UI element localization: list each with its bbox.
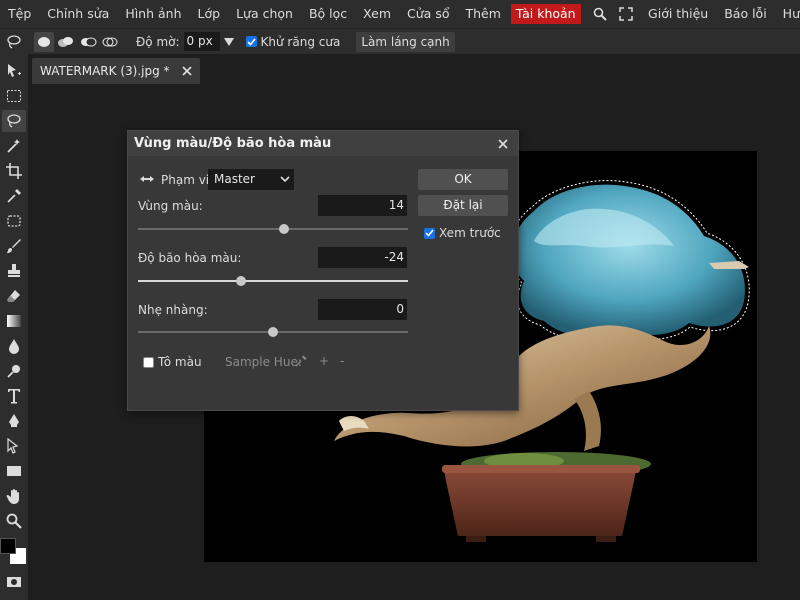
hue-label: Vùng màu: — [138, 199, 203, 213]
text-tool-icon[interactable] — [2, 385, 26, 407]
menu-filter[interactable]: Bộ lọc — [301, 0, 355, 28]
intersect-selection-icon[interactable] — [100, 32, 120, 52]
menu-window[interactable]: Cửa sổ — [399, 0, 457, 28]
range-select-value: Master — [214, 172, 255, 186]
subtract-selection-icon[interactable] — [78, 32, 98, 52]
hand-tool-icon[interactable] — [2, 485, 26, 507]
screen-mode-icon[interactable] — [2, 594, 26, 600]
preview-checkbox[interactable]: Xem trước — [424, 226, 501, 240]
dialog-title: Vùng màu/Độ bão hòa màu — [134, 136, 332, 151]
quick-mask-icon[interactable] — [2, 571, 26, 593]
marquee-tool-icon[interactable] — [2, 85, 26, 107]
close-dialog-icon[interactable] — [494, 135, 512, 153]
lightness-input[interactable]: 0 — [318, 299, 407, 320]
colorize-checkbox[interactable]: Tô màu — [143, 355, 202, 369]
add-sample-icon[interactable]: + — [319, 354, 329, 368]
hue-slider[interactable] — [138, 224, 408, 234]
antialias-label: Khử răng cưa — [260, 34, 341, 49]
document-tab-title: WATERMARK (3).jpg * — [40, 64, 170, 78]
document-tab[interactable]: WATERMARK (3).jpg * — [32, 58, 200, 84]
hue-input[interactable]: 14 — [318, 195, 407, 216]
eyedropper-icon[interactable] — [295, 355, 307, 370]
stamp-tool-icon[interactable] — [2, 260, 26, 282]
antialias-checkbox[interactable]: Khử răng cưa — [245, 34, 341, 49]
move-tool-icon[interactable] — [2, 60, 26, 82]
subtract-sample-icon[interactable]: - — [340, 354, 344, 368]
lasso-tool-icon[interactable] — [2, 110, 26, 132]
range-label: Phạm vi: — [161, 173, 214, 187]
lightness-slider-knob[interactable] — [268, 327, 278, 337]
dodge-tool-icon[interactable] — [2, 360, 26, 382]
path-select-tool-icon[interactable] — [2, 435, 26, 457]
menu-report-bug[interactable]: Báo lỗi — [716, 0, 774, 28]
menu-more[interactable]: Thêm — [457, 0, 508, 28]
crop-tool-icon[interactable] — [2, 160, 26, 182]
hue-saturation-dialog: Vùng màu/Độ bão hòa màu Phạm vi: Master … — [127, 130, 519, 411]
menu-layer[interactable]: Lớp — [190, 0, 229, 28]
ok-button[interactable]: OK — [418, 169, 508, 190]
document-tab-bar: WATERMARK (3).jpg * — [28, 54, 800, 84]
dialog-header[interactable]: Vùng màu/Độ bão hòa màu — [128, 131, 518, 156]
saturation-slider-knob[interactable] — [235, 276, 246, 286]
saturation-label: Độ bão hòa màu: — [138, 251, 242, 265]
eraser-tool-icon[interactable] — [2, 285, 26, 307]
menu-file[interactable]: Tệp — [0, 0, 39, 28]
reset-button[interactable]: Đặt lại — [418, 195, 508, 216]
feather-label: Độ mờ: — [136, 34, 180, 49]
options-bar: Độ mờ: 0 px Khử răng cưa Làm láng cạnh — [0, 28, 800, 54]
selection-mode-group — [34, 31, 120, 52]
menu-help[interactable]: Hư — [775, 0, 800, 28]
color-swatches[interactable] — [0, 538, 28, 568]
colorize-label: Tô màu — [158, 355, 202, 369]
saturation-slider[interactable] — [138, 276, 408, 286]
spot-heal-tool-icon[interactable] — [2, 210, 26, 232]
menu-select[interactable]: Lựa chọn — [228, 0, 301, 28]
foreground-color-swatch[interactable] — [0, 538, 16, 554]
blur-tool-icon[interactable] — [2, 335, 26, 357]
magic-wand-tool-icon[interactable] — [2, 135, 26, 157]
lightness-slider[interactable] — [138, 327, 408, 337]
menu-view[interactable]: Xem — [355, 0, 399, 28]
colorize-check-box[interactable] — [143, 356, 154, 368]
refine-edge-button[interactable]: Làm láng cạnh — [356, 31, 455, 52]
menu-about[interactable]: Giới thiệu — [640, 0, 716, 28]
shape-tool-icon[interactable] — [2, 460, 26, 482]
brush-tool-icon[interactable] — [2, 235, 26, 257]
lasso-tool-icon[interactable] — [2, 30, 26, 54]
preview-label: Xem trước — [439, 226, 501, 240]
range-select[interactable]: Master — [208, 169, 294, 190]
menu-edit[interactable]: Chỉnh sửa — [39, 0, 117, 28]
menu-bar: Tệp Chỉnh sửa Hình ảnh Lớp Lựa chọn Bộ l… — [0, 0, 800, 28]
saturation-slider-track — [138, 280, 408, 282]
close-tab-icon[interactable] — [181, 66, 192, 76]
lightness-label: Nhẹ nhàng: — [138, 303, 208, 317]
sample-hue-label: Sample Hue: — [225, 355, 302, 369]
eyedropper-tool-icon[interactable] — [2, 185, 26, 207]
account-button[interactable]: Tài khoản — [510, 4, 581, 24]
feather-input[interactable]: 0 px — [183, 32, 220, 51]
tools-panel — [0, 54, 28, 600]
menu-image[interactable]: Hình ảnh — [117, 0, 189, 28]
hue-slider-knob[interactable] — [278, 224, 289, 234]
range-arrows-icon — [140, 173, 154, 187]
preview-check-icon[interactable] — [424, 227, 435, 239]
new-selection-icon[interactable] — [34, 31, 54, 52]
feather-dropdown-icon[interactable] — [223, 37, 234, 46]
gradient-tool-icon[interactable] — [2, 310, 26, 332]
add-selection-icon[interactable] — [56, 32, 76, 52]
fullscreen-icon[interactable] — [613, 0, 639, 28]
saturation-input[interactable]: -24 — [318, 247, 407, 268]
search-icon[interactable] — [587, 0, 613, 28]
zoom-tool-icon[interactable] — [2, 510, 26, 532]
hue-slider-track — [138, 228, 408, 230]
chevron-down-icon — [280, 176, 290, 183]
antialias-check-icon[interactable] — [245, 36, 257, 47]
pen-tool-icon[interactable] — [2, 410, 26, 432]
